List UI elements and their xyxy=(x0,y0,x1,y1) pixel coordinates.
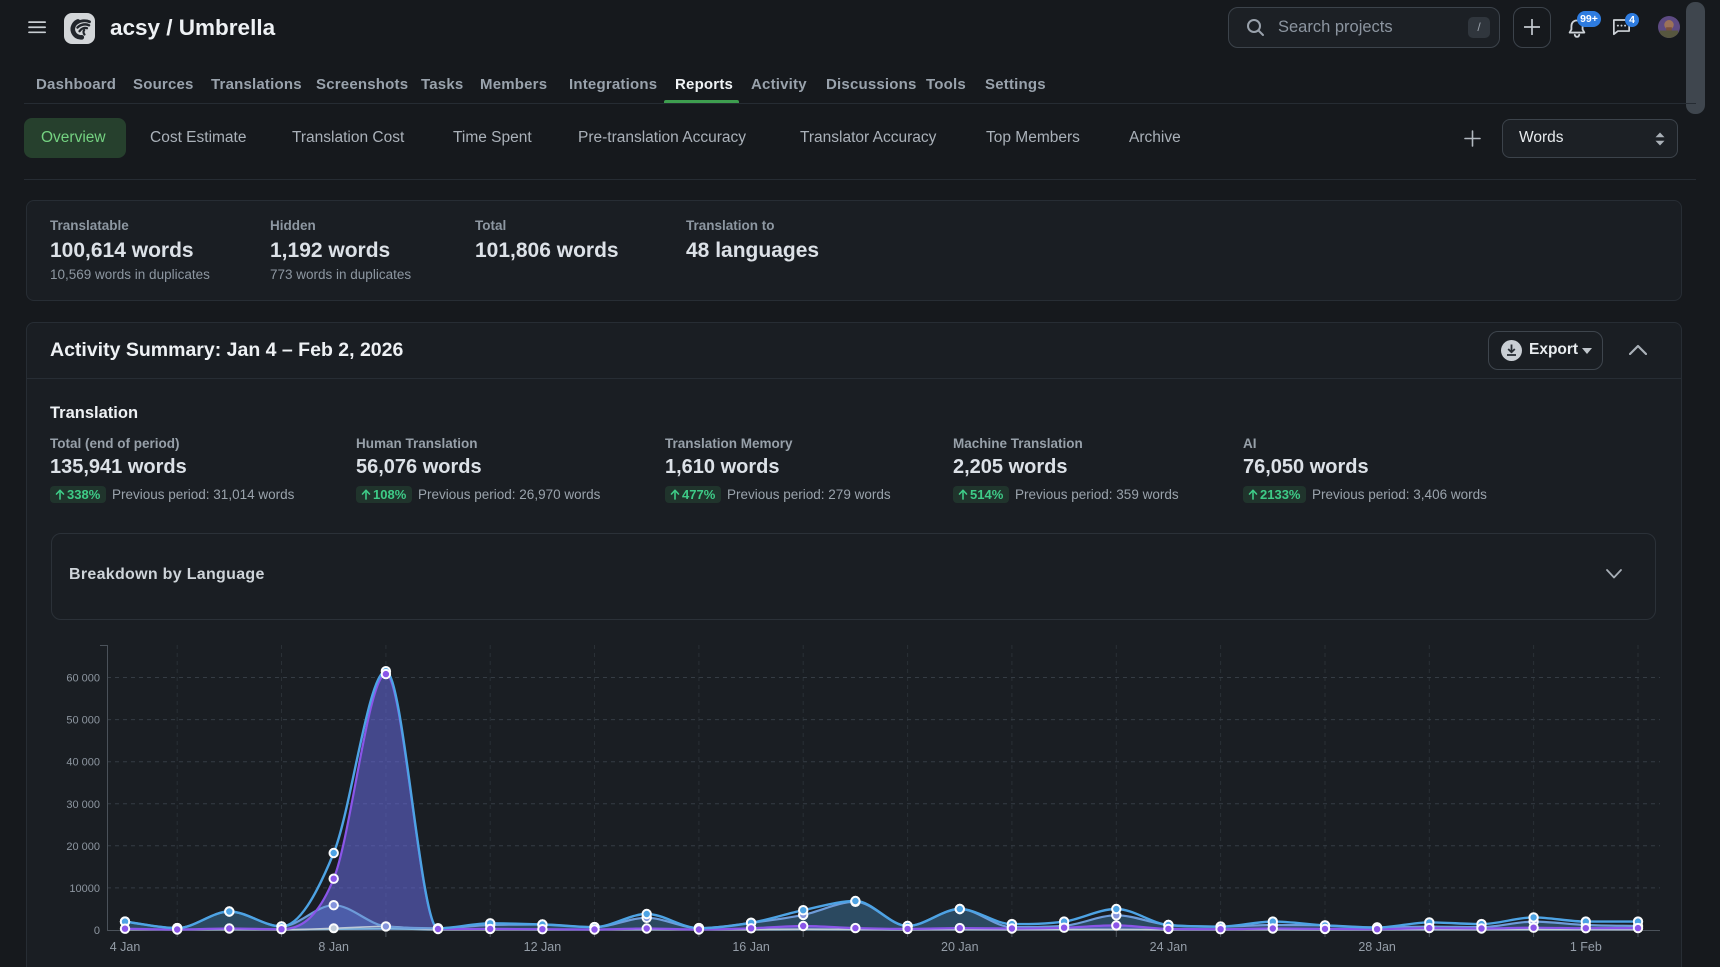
svg-text:8 Jan: 8 Jan xyxy=(318,940,349,954)
svg-text:16 Jan: 16 Jan xyxy=(732,940,770,954)
svg-text:60 000: 60 000 xyxy=(66,673,100,685)
svg-text:12 Jan: 12 Jan xyxy=(524,940,562,954)
svg-text:24 Jan: 24 Jan xyxy=(1150,940,1188,954)
svg-text:0: 0 xyxy=(94,925,100,937)
svg-text:50 000: 50 000 xyxy=(66,715,100,727)
svg-text:40 000: 40 000 xyxy=(66,757,100,769)
svg-text:20 000: 20 000 xyxy=(66,841,100,853)
svg-text:20 Jan: 20 Jan xyxy=(941,940,979,954)
svg-text:30 000: 30 000 xyxy=(66,799,100,811)
svg-text:10000: 10000 xyxy=(69,883,100,895)
svg-text:28 Jan: 28 Jan xyxy=(1358,940,1396,954)
svg-text:1 Feb: 1 Feb xyxy=(1570,940,1602,954)
svg-text:4 Jan: 4 Jan xyxy=(110,940,141,954)
